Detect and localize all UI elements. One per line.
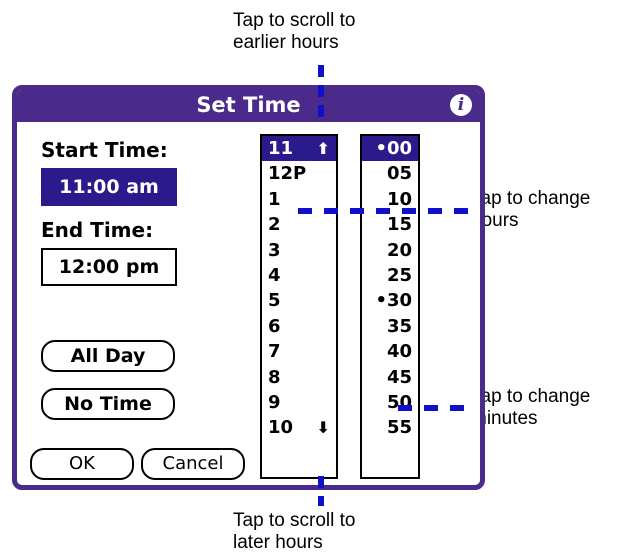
- hour-item[interactable]: 10 ⬇: [262, 415, 336, 440]
- all-day-button[interactable]: All Day: [41, 340, 175, 372]
- minute-item[interactable]: •30: [362, 288, 418, 313]
- callout-scroll-later: Tap to scroll to later hours: [233, 510, 356, 554]
- set-time-dialog: Set Time i Start Time: 11:00 am End Time…: [12, 85, 485, 490]
- hour-item[interactable]: 11 ⬆: [262, 136, 336, 162]
- hour-label: 10: [268, 417, 294, 439]
- hour-label: 11: [268, 138, 294, 159]
- no-time-button[interactable]: No Time: [41, 388, 175, 420]
- hour-label: 4: [268, 264, 281, 286]
- hours-list[interactable]: 11 ⬆ 12P 1 2 3 4 5 6 7 8 9 10 ⬇: [260, 134, 338, 479]
- leader-line-hours: [298, 208, 470, 214]
- hour-item[interactable]: 6: [262, 314, 336, 339]
- callout-line: hours: [471, 210, 519, 231]
- dialog-title: Set Time: [196, 93, 301, 117]
- minute-item[interactable]: 50: [362, 390, 418, 415]
- hour-item[interactable]: 4: [262, 263, 336, 288]
- callout-line: later hours: [233, 532, 323, 553]
- hour-item[interactable]: 5: [262, 288, 336, 313]
- callout-line: minutes: [471, 408, 538, 429]
- start-time-field[interactable]: 11:00 am: [41, 168, 177, 206]
- minute-item[interactable]: 55: [362, 415, 418, 440]
- hour-item[interactable]: 2: [262, 212, 336, 237]
- minute-item[interactable]: 20: [362, 238, 418, 263]
- callout-line: Tap to scroll to: [233, 510, 356, 531]
- hour-label: 12P: [268, 163, 307, 185]
- up-arrow-icon[interactable]: ⬆: [317, 136, 330, 161]
- end-time-field[interactable]: 12:00 pm: [41, 248, 177, 286]
- hour-label: 5: [268, 290, 281, 312]
- cancel-button[interactable]: Cancel: [141, 448, 245, 480]
- callout-line: Tap to change: [471, 386, 591, 407]
- hour-label: 1: [268, 188, 281, 210]
- hour-label: 9: [268, 391, 281, 413]
- end-time-label: End Time:: [41, 218, 154, 242]
- hour-label: 2: [268, 214, 281, 236]
- leader-line-bottom: [318, 476, 324, 506]
- hour-item[interactable]: 7: [262, 339, 336, 364]
- hour-item[interactable]: 12P: [262, 161, 336, 186]
- minute-item[interactable]: 15: [362, 212, 418, 237]
- hour-item[interactable]: 9: [262, 390, 336, 415]
- dialog-titlebar: Set Time i: [17, 90, 480, 122]
- start-time-label: Start Time:: [41, 138, 168, 162]
- hour-item[interactable]: 8: [262, 365, 336, 390]
- info-icon[interactable]: i: [450, 94, 472, 116]
- callout-change-minutes: Tap to change minutes: [471, 386, 590, 430]
- leader-line-top: [318, 65, 324, 125]
- hour-label: 8: [268, 366, 281, 388]
- hour-label: 7: [268, 341, 281, 363]
- callout-line: Tap to scroll to: [233, 10, 356, 31]
- callout-line: Tap to change: [471, 188, 591, 209]
- callout-line: earlier hours: [233, 32, 339, 53]
- down-arrow-icon[interactable]: ⬇: [317, 415, 330, 440]
- ok-button[interactable]: OK: [30, 448, 134, 480]
- leader-line-minutes: [398, 405, 470, 411]
- minutes-list[interactable]: •00 05 10 15 20 25 •30 35 40 45 50 55: [360, 134, 420, 479]
- minute-item[interactable]: 35: [362, 314, 418, 339]
- hour-label: 6: [268, 315, 281, 337]
- minute-item[interactable]: 05: [362, 161, 418, 186]
- minute-item[interactable]: 45: [362, 365, 418, 390]
- hour-item[interactable]: 3: [262, 238, 336, 263]
- callout-scroll-earlier: Tap to scroll to earlier hours: [233, 10, 356, 54]
- callout-change-hours: Tap to change hours: [471, 188, 590, 232]
- minute-item[interactable]: 40: [362, 339, 418, 364]
- minute-item[interactable]: •00: [362, 136, 418, 162]
- minute-item[interactable]: 25: [362, 263, 418, 288]
- hour-label: 3: [268, 239, 281, 261]
